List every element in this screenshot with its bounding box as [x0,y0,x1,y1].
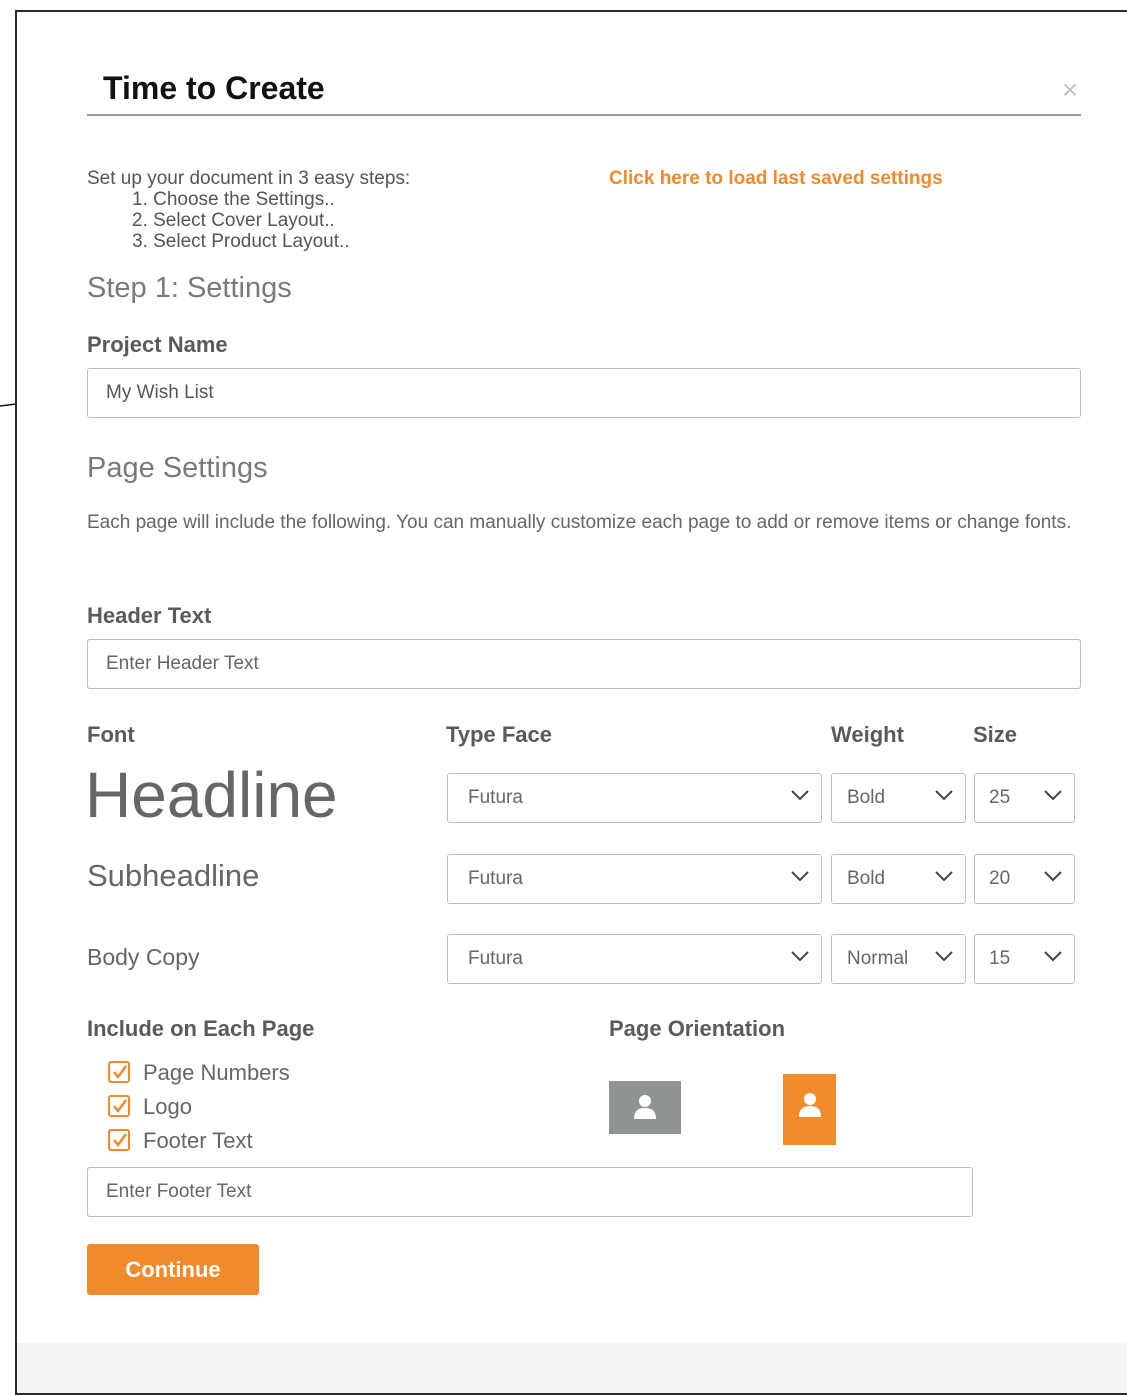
header-text-input[interactable] [87,639,1081,689]
chevron-down-icon [791,871,809,882]
logo-label: Logo [143,1094,192,1119]
chevron-down-icon [935,790,953,801]
font-column-header: Font [87,722,135,747]
selected-value: 20 [989,868,1011,889]
subheadline-sample: Subheadline [87,858,260,893]
intro-instructions: Set up your document in 3 easy steps: 1.… [87,168,410,252]
body-copy-weight-select[interactable]: Normal [831,934,966,984]
selected-value: Bold [847,868,886,889]
continue-button[interactable]: Continue [87,1244,259,1295]
selected-value: Bold [847,787,886,808]
steps-list: 1. Choose the Settings.. 2. Select Cover… [87,189,410,252]
subheadline-typeface-select[interactable]: Futura [447,854,822,904]
body-copy-sample: Body Copy [87,944,200,970]
step-item: 2. Select Cover Layout.. [132,210,335,231]
dialog-title: Time to Create [103,70,325,106]
page-numbers-label: Page Numbers [143,1060,290,1085]
selected-value: Futura [468,948,523,969]
page-settings-description: Each page will include the following. Yo… [87,512,1072,533]
step-item: 1. Choose the Settings.. [132,189,335,210]
project-name-input[interactable] [87,368,1081,418]
headline-size-select[interactable]: 25 [974,773,1075,823]
page-settings-heading: Page Settings [87,452,268,484]
step1-heading: Step 1: Settings [87,272,292,304]
user-icon [634,1095,656,1119]
load-saved-settings-link[interactable]: Click here to load last saved settings [609,168,943,190]
project-name-label: Project Name [87,332,228,357]
close-icon[interactable]: × [1058,76,1082,104]
chevron-down-icon [1044,871,1062,882]
selected-value: Futura [468,868,523,889]
selected-value: Futura [468,787,523,808]
header-text-label: Header Text [87,603,212,628]
checkmark-icon [113,1133,128,1148]
weight-column-header: Weight [831,722,904,747]
step-item: 3. Select Product Layout.. [132,231,350,252]
size-column-header: Size [973,722,1018,747]
user-icon [799,1093,821,1117]
landscape-orientation-button[interactable] [609,1081,681,1134]
page-numbers-checkbox[interactable] [108,1061,130,1083]
logo-checkbox[interactable] [108,1095,130,1117]
checkmark-icon [113,1065,128,1080]
selected-value: 25 [989,787,1011,808]
typeface-column-header: Type Face [446,722,552,747]
page-orientation-heading: Page Orientation [609,1016,786,1041]
footer-text-input[interactable] [87,1167,973,1217]
chevron-down-icon [1044,790,1062,801]
chevron-down-icon [791,790,809,801]
footer-text-label: Footer Text [143,1128,253,1153]
body-copy-size-select[interactable]: 15 [974,934,1075,984]
page-numbers-option[interactable]: Page Numbers [108,1060,290,1086]
chevron-down-icon [935,951,953,962]
subheadline-weight-select[interactable]: Bold [831,854,966,904]
intro-heading: Set up your document in 3 easy steps: [87,168,411,189]
chevron-down-icon [1044,951,1062,962]
headline-weight-select[interactable]: Bold [831,773,966,823]
subheadline-size-select[interactable]: 20 [974,854,1075,904]
include-heading: Include on Each Page [87,1016,315,1041]
selected-value: Normal [847,948,909,969]
chevron-down-icon [791,951,809,962]
chevron-down-icon [935,871,953,882]
dialog-footer-band [17,1343,1127,1393]
headline-typeface-select[interactable]: Futura [447,773,822,823]
body-copy-typeface-select[interactable]: Futura [447,934,822,984]
footer-text-option[interactable]: Footer Text [108,1128,253,1154]
logo-option[interactable]: Logo [108,1094,192,1120]
checkmark-icon [113,1099,128,1114]
footer-text-checkbox[interactable] [108,1129,130,1151]
headline-sample: Headline [85,759,338,831]
title-divider [87,114,1081,116]
selected-value: 15 [989,948,1011,969]
portrait-orientation-button[interactable] [783,1074,836,1145]
